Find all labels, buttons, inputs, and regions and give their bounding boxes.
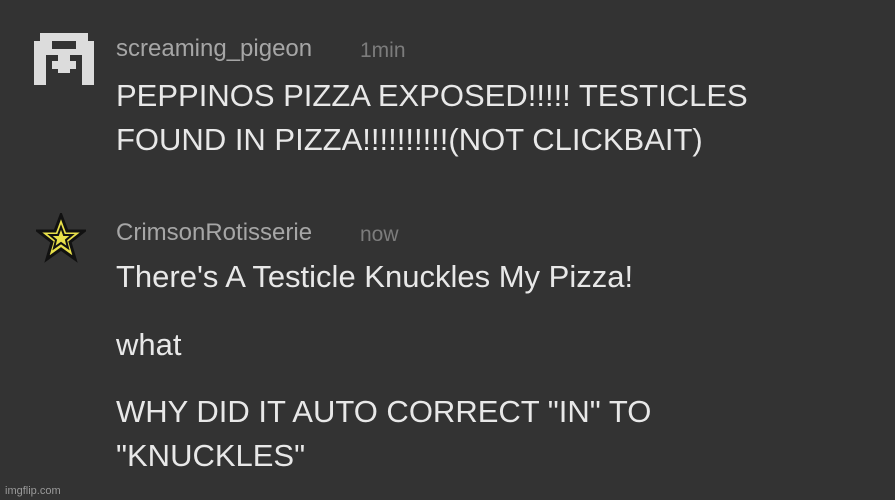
- message-text: WHY DID IT AUTO CORRECT "IN" TO: [116, 394, 652, 429]
- timestamp: 1min: [360, 39, 406, 62]
- message-text: "KNUCKLES": [116, 438, 306, 473]
- message-text: There's A Testicle Knuckles My Pizza!: [116, 259, 634, 294]
- star-icon[interactable]: [36, 213, 86, 263]
- message-text: FOUND IN PIZZA!!!!!!!!!!(NOT CLICKBAIT): [116, 122, 703, 157]
- pixel-pigeon-icon[interactable]: [34, 33, 94, 85]
- message-text: PEPPINOS PIZZA EXPOSED!!!!! TESTICLES: [116, 78, 748, 113]
- message-text: what: [116, 327, 182, 362]
- username[interactable]: CrimsonRotisserie: [116, 219, 312, 247]
- username[interactable]: scream­ing_pigeon: [116, 35, 312, 63]
- timestamp: now: [360, 223, 399, 246]
- watermark: imgflip.com: [5, 485, 61, 497]
